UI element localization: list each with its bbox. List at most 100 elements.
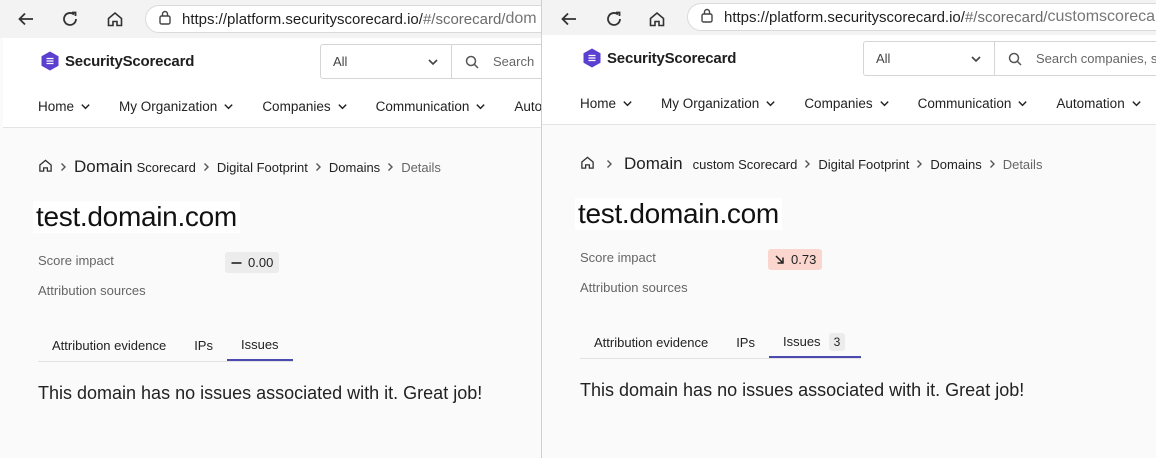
tab-label: Attribution evidence bbox=[594, 335, 709, 350]
url-tail: customscoreca bbox=[1047, 8, 1156, 25]
breadcrumb-footprint[interactable]: Digital Footprint bbox=[217, 160, 308, 175]
breadcrumb-scorecard[interactable]: Scorecard bbox=[137, 160, 196, 175]
chevron-down-icon bbox=[476, 104, 486, 110]
menu-label: Automation bbox=[1056, 96, 1125, 111]
chevron-down-icon bbox=[623, 101, 632, 107]
chevron-right-icon bbox=[988, 159, 997, 169]
chevron-right-icon bbox=[314, 162, 323, 172]
search-icon bbox=[1008, 52, 1022, 66]
search-placeholder: Search companies, s bbox=[1036, 51, 1156, 66]
home-icon[interactable] bbox=[104, 8, 126, 30]
tab-ips[interactable]: IPs bbox=[180, 330, 227, 361]
breadcrumb-domains[interactable]: Domains bbox=[329, 160, 380, 175]
score-impact-label: Score impact bbox=[38, 253, 114, 268]
menu-home[interactable]: Home bbox=[580, 96, 633, 111]
chevron-right-icon bbox=[605, 159, 614, 169]
chevron-right-icon bbox=[59, 162, 68, 172]
browser-toolbar: https://platform.securityscorecard.io/ #… bbox=[542, 0, 1156, 38]
score-impact-badge: 0.00 bbox=[225, 252, 280, 273]
address-bar[interactable]: https://platform.securityscorecard.io/ #… bbox=[687, 3, 1156, 31]
chevron-down-icon bbox=[879, 101, 889, 107]
tab-label: Attribution evidence bbox=[52, 338, 167, 353]
chevron-down-icon bbox=[1132, 101, 1141, 107]
menu-companies[interactable]: Companies bbox=[804, 96, 889, 111]
home-icon[interactable] bbox=[38, 158, 53, 176]
tab-label: IPs bbox=[736, 335, 755, 350]
scope-select[interactable]: All bbox=[863, 41, 995, 76]
menu-communication[interactable]: Communication bbox=[376, 99, 487, 114]
lock-icon[interactable] bbox=[700, 7, 714, 27]
breadcrumb: Domain custom Scorecard Digital Footprin… bbox=[580, 154, 1042, 174]
breadcrumb-footprint[interactable]: Digital Footprint bbox=[818, 157, 909, 172]
score-impact-label: Score impact bbox=[580, 250, 656, 265]
logo[interactable]: SecurityScorecard bbox=[581, 47, 736, 69]
url-tail: dom bbox=[505, 10, 537, 27]
address-bar[interactable]: https://platform.securityscorecard.io/ #… bbox=[145, 5, 541, 33]
issues-count-badge: 3 bbox=[828, 332, 846, 351]
home-icon[interactable] bbox=[580, 155, 595, 173]
main-menu: Home My Organization Companies Communica… bbox=[3, 86, 541, 128]
menu-label: Companies bbox=[262, 99, 331, 114]
attribution-sources-label: Attribution sources bbox=[38, 283, 146, 298]
chevron-down-icon bbox=[224, 104, 233, 110]
dash-icon bbox=[231, 261, 242, 264]
tab-attribution-evidence[interactable]: Attribution evidence bbox=[580, 327, 722, 358]
arrow-left-icon[interactable] bbox=[558, 8, 580, 30]
page-content: SecurityScorecard All Search companies, … bbox=[542, 35, 1156, 458]
score-impact-value: 0.73 bbox=[791, 252, 817, 267]
menu-automation[interactable]: Auto bbox=[514, 99, 541, 114]
reload-icon[interactable] bbox=[59, 8, 81, 30]
browser-window-left: https://platform.securityscorecard.io/ #… bbox=[0, 0, 541, 458]
empty-issues-message: This domain has no issues associated wit… bbox=[38, 383, 483, 403]
url-hash: #/scorecard/ bbox=[964, 8, 1048, 26]
tab-ips[interactable]: IPs bbox=[722, 327, 769, 358]
logo[interactable]: SecurityScorecard bbox=[39, 50, 194, 72]
logo-text: SecurityScorecard bbox=[607, 49, 737, 67]
menu-my-organization[interactable]: My Organization bbox=[119, 99, 234, 114]
menu-companies[interactable]: Companies bbox=[262, 99, 347, 114]
tab-issues[interactable]: Issues bbox=[226, 330, 293, 361]
chevron-right-icon bbox=[915, 159, 924, 169]
breadcrumb-domain[interactable]: Domain bbox=[624, 154, 683, 174]
logo-text: SecurityScorecard bbox=[65, 52, 195, 70]
score-impact-value: 0.00 bbox=[248, 255, 274, 270]
tab-attribution-evidence[interactable]: Attribution evidence bbox=[38, 330, 180, 361]
url-host: https://platform.securityscorecard.io/ bbox=[182, 10, 423, 28]
chevron-right-icon bbox=[202, 162, 211, 172]
url-hash: #/scorecard/ bbox=[422, 10, 506, 28]
tab-issues[interactable]: Issues 3 bbox=[768, 327, 862, 358]
breadcrumb-details: Details bbox=[1002, 156, 1043, 172]
hexagon-logo-icon bbox=[41, 51, 59, 71]
breadcrumb-scorecard[interactable]: custom Scorecard bbox=[693, 157, 798, 172]
chevron-down-icon bbox=[81, 104, 90, 110]
menu-communication[interactable]: Communication bbox=[918, 96, 1029, 111]
page-title: test.domain.com bbox=[33, 201, 240, 233]
hexagon-logo-icon bbox=[583, 48, 601, 68]
breadcrumb: Domain Scorecard Digital Footprint Domai… bbox=[38, 157, 441, 177]
app-header: SecurityScorecard All Search bbox=[3, 38, 541, 86]
menu-label: My Organization bbox=[119, 99, 218, 114]
search-input[interactable]: Search bbox=[452, 44, 541, 79]
search-placeholder: Search bbox=[493, 54, 535, 69]
chevron-down-icon bbox=[1018, 101, 1028, 107]
empty-issues-message: This domain has no issues associated wit… bbox=[580, 380, 1025, 400]
search-input[interactable]: Search companies, s bbox=[995, 41, 1156, 76]
menu-my-organization[interactable]: My Organization bbox=[661, 96, 776, 111]
lock-icon[interactable] bbox=[158, 9, 172, 29]
reload-icon[interactable] bbox=[603, 8, 625, 30]
breadcrumb-domain[interactable]: Domain bbox=[74, 157, 133, 177]
menu-label: Auto bbox=[514, 99, 541, 114]
menu-automation[interactable]: Automation bbox=[1056, 96, 1141, 111]
menu-home[interactable]: Home bbox=[38, 99, 91, 114]
home-icon[interactable] bbox=[646, 8, 668, 30]
breadcrumb-domains[interactable]: Domains bbox=[930, 157, 981, 172]
arrow-left-icon[interactable] bbox=[15, 8, 37, 30]
score-impact-badge: 0.73 bbox=[768, 249, 823, 270]
chevron-down-icon bbox=[337, 104, 347, 110]
url-host: https://platform.securityscorecard.io/ bbox=[724, 8, 965, 26]
tab-label: Issues bbox=[782, 334, 821, 349]
menu-label: Home bbox=[580, 96, 617, 111]
scope-select[interactable]: All bbox=[320, 44, 452, 79]
browser-window-right: https://platform.securityscorecard.io/ #… bbox=[541, 0, 1156, 458]
chevron-right-icon bbox=[803, 159, 812, 169]
